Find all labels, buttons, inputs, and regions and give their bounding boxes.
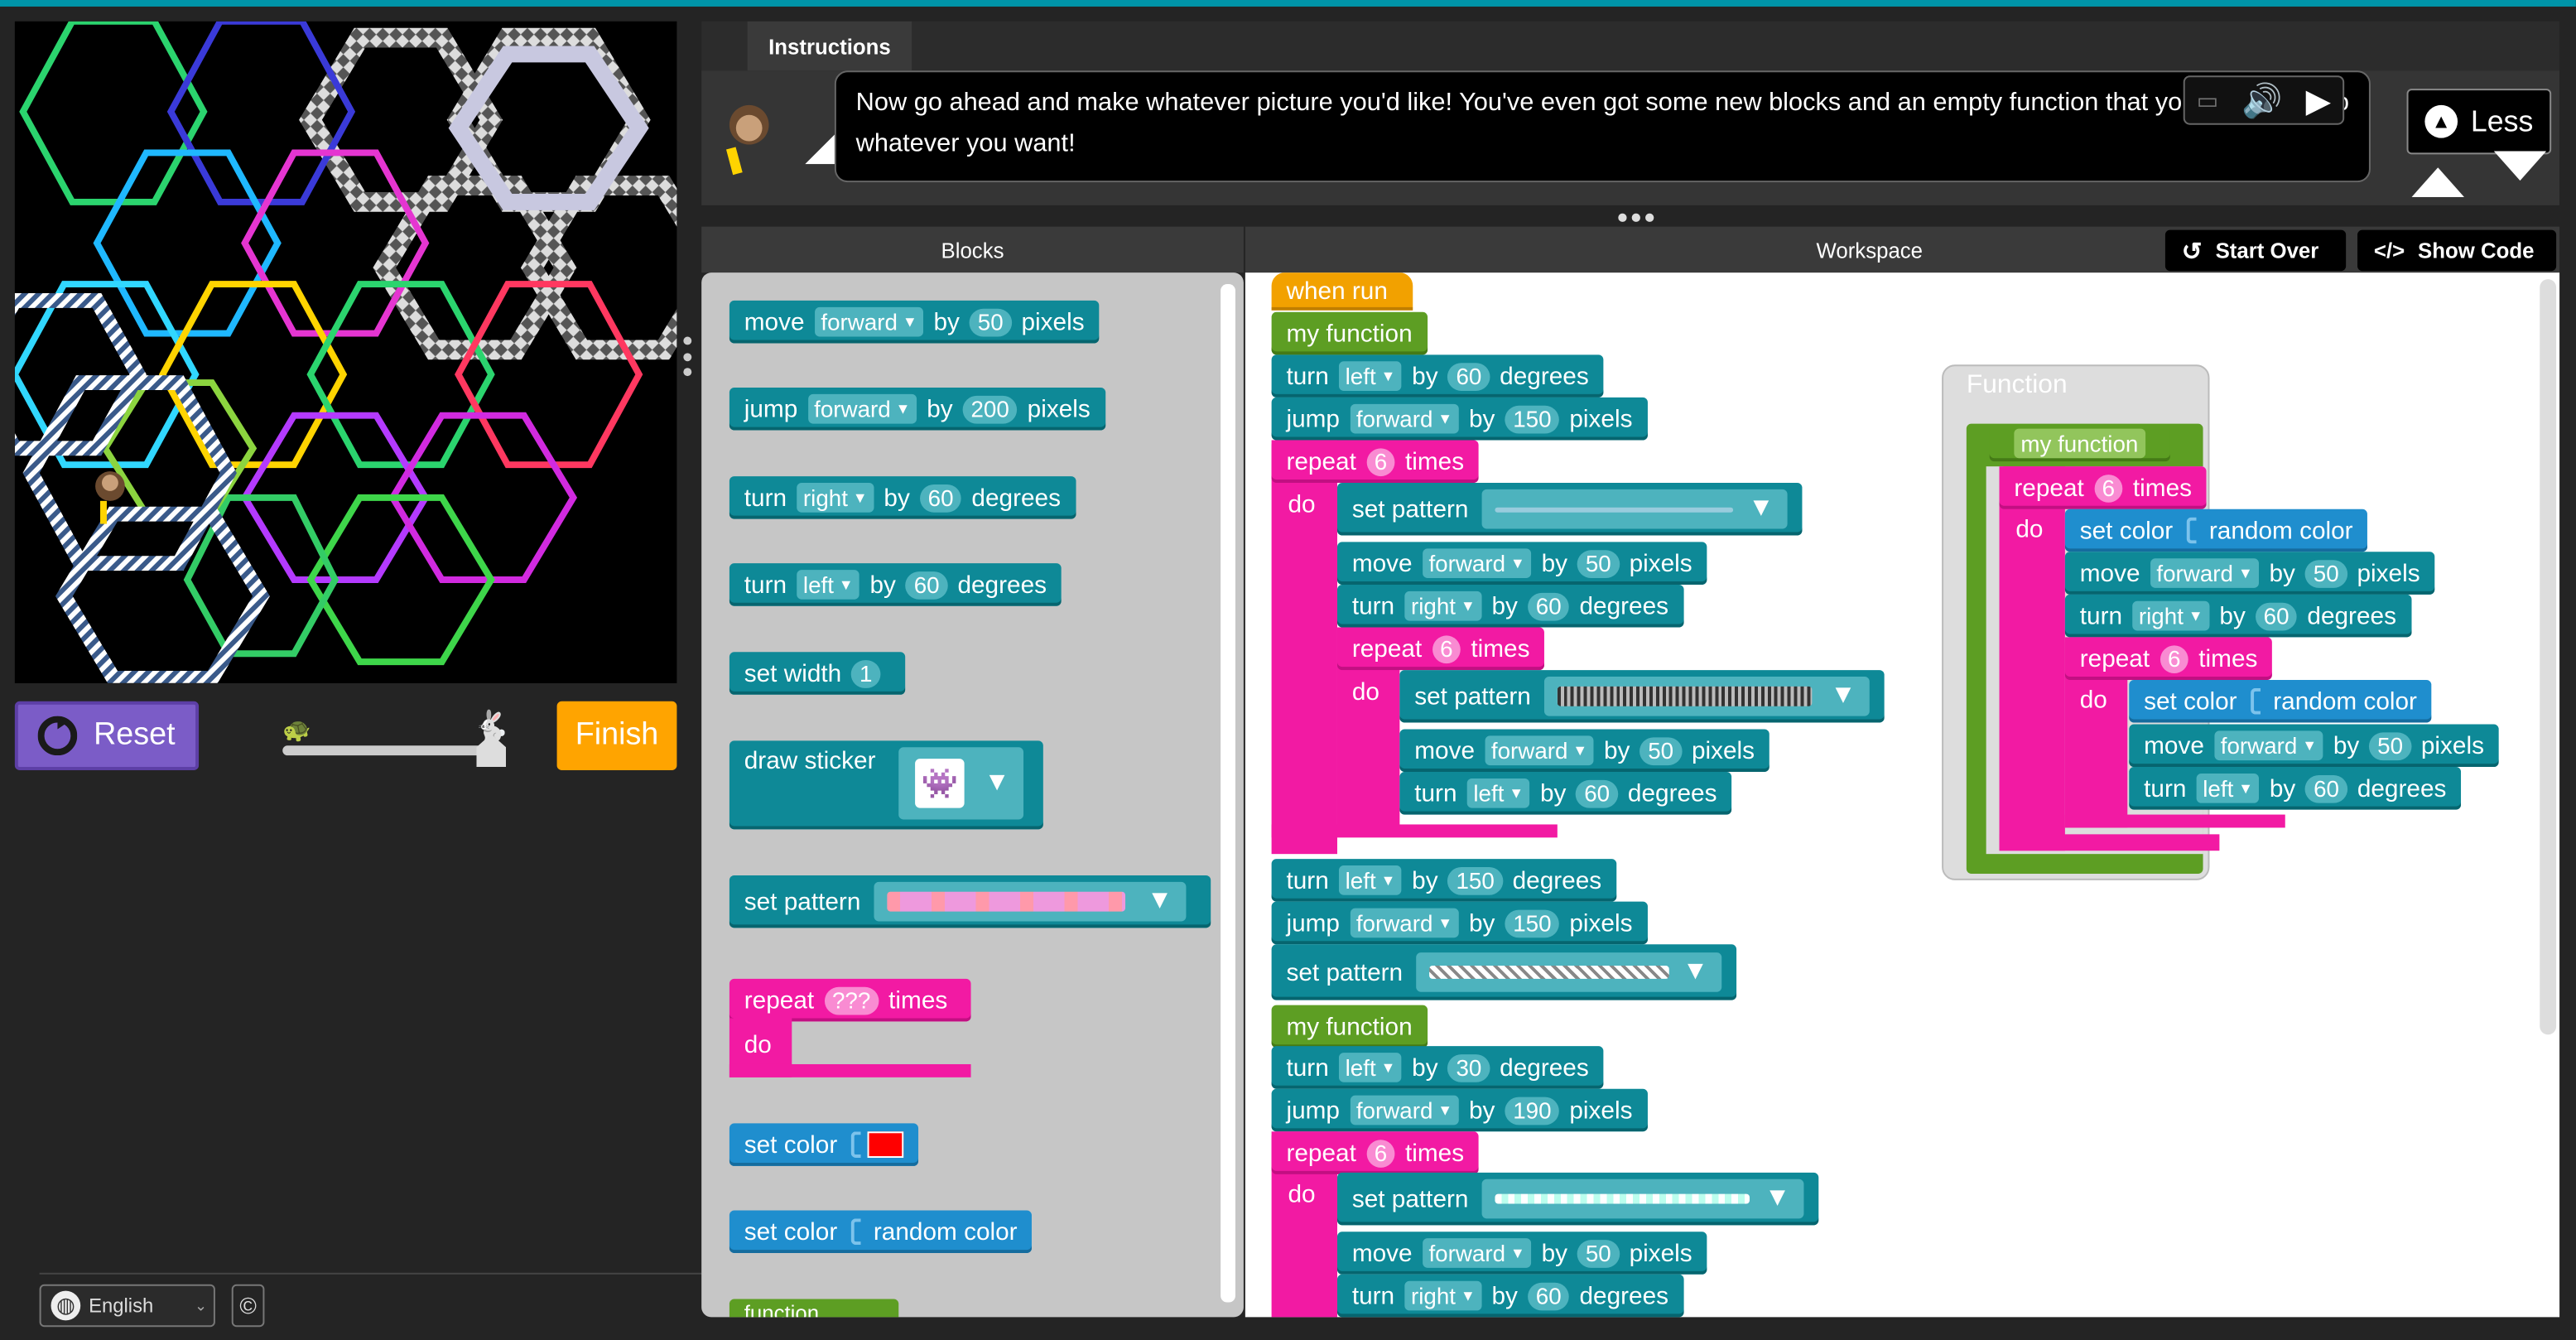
fn-repeat-1[interactable]: repeat 6 times	[1999, 466, 2207, 509]
panel-resize-icon[interactable]	[683, 336, 692, 377]
code-icon: </>	[2373, 238, 2405, 263]
instructions-text: Now go ahead and make whatever picture y…	[855, 89, 2349, 158]
block-draw-sticker[interactable]: draw sticker 👾 ▼	[729, 740, 1043, 830]
block-call-function-1[interactable]: my function	[1271, 311, 1428, 355]
top-accent-line	[0, 0, 2576, 7]
instructions-bubble: Now go ahead and make whatever picture y…	[834, 70, 2371, 183]
reset-button[interactable]: Reset	[14, 701, 200, 771]
workspace-title: Workspace	[1816, 237, 1924, 263]
block-function[interactable]: function	[729, 1299, 899, 1318]
sticker-dropdown[interactable]: 👾 ▼	[898, 747, 1024, 820]
blocks-flyout: move forward ▼ by 50 pixels jump forward ▼ by 200…	[701, 272, 1244, 1318]
workspace-scrollbar[interactable]	[2540, 279, 2557, 1035]
flyout-scrollbar[interactable]	[1221, 284, 1235, 1303]
block-repeat[interactable]: repeat??? times	[729, 978, 971, 1022]
turtle-icon: 🐢	[282, 716, 311, 743]
function-def-header[interactable]: my function	[1989, 425, 2170, 462]
ws-set-pattern-1[interactable]: set pattern ▼	[1336, 483, 1803, 536]
fn-repeat-2[interactable]: repeat 6 times	[2064, 637, 2273, 680]
language-label: English	[89, 1294, 154, 1318]
alien-sticker-icon: 👾	[915, 759, 965, 808]
copyright-button[interactable]: ©	[231, 1284, 265, 1328]
show-code-label: Show Code	[2418, 238, 2535, 263]
block-move[interactable]: move forward ▼ by 50 pixels	[729, 300, 1100, 344]
block-set-color-red[interactable]: set color	[729, 1123, 918, 1166]
ws-set-pattern-4[interactable]: set pattern ▼	[1336, 1172, 1819, 1226]
pattern-dropdown[interactable]: ▼	[1481, 489, 1788, 529]
block-set-pattern[interactable]: set pattern ▼	[729, 875, 1211, 928]
show-code-button[interactable]: </> Show Code	[2357, 229, 2557, 272]
language-select[interactable]: ◍ English ⌄	[39, 1284, 215, 1328]
fn-set-color-1[interactable]: set color random color	[2064, 509, 2368, 552]
blocks-header: Blocks	[701, 226, 1244, 273]
start-over-label: Start Over	[2215, 238, 2319, 263]
start-over-button[interactable]: ↺ Start Over	[2164, 229, 2347, 272]
ws-move-2[interactable]: move forward ▼ by 50 pixels	[1399, 729, 1769, 773]
striped-hexagons	[14, 292, 270, 683]
resize-handle-icon[interactable]: ●●●	[1616, 205, 1657, 229]
reset-label: Reset	[94, 717, 176, 753]
function-title: Function	[1966, 371, 2068, 399]
block-jump[interactable]: jump forward ▼ by 200 pixels	[729, 387, 1105, 431]
reset-icon	[37, 716, 78, 756]
finish-button[interactable]: Finish	[556, 701, 677, 771]
fn-move-2[interactable]: move forward ▼ by 50 pixels	[2129, 724, 2499, 768]
block-call-function-2[interactable]: my function	[1271, 1005, 1428, 1048]
block-set-width[interactable]: set width 1	[729, 652, 906, 695]
color-swatch[interactable]	[866, 1131, 903, 1159]
less-label: Less	[2470, 104, 2534, 137]
ws-repeat-3[interactable]: repeat 6 times	[1271, 1131, 1479, 1174]
chevron-down-icon: ⌄	[195, 1296, 207, 1313]
block-turn-left[interactable]: turn left ▼ by 60 degrees	[729, 563, 1062, 606]
ws-set-pattern-2[interactable]: set pattern ▼	[1399, 670, 1885, 723]
pattern-dropdown[interactable]: ▼	[1415, 952, 1722, 992]
fn-set-color-2[interactable]: set color random color	[2129, 679, 2432, 723]
ws-repeat-2[interactable]: repeat 6 times	[1336, 627, 1545, 671]
ws-turn-4[interactable]: turn left ▼ by 150 degrees	[1271, 859, 1617, 902]
instructions-header	[701, 21, 2560, 71]
chevron-up-icon: ▲	[2424, 104, 2458, 138]
speed-slider[interactable]	[282, 745, 494, 756]
play-icon[interactable]: ▶	[2306, 80, 2332, 121]
drawing-canvas	[14, 21, 677, 683]
avatar	[723, 102, 775, 177]
mute-icon[interactable]: ▭	[2197, 86, 2218, 114]
block-when-run[interactable]: when run	[1271, 272, 1413, 311]
ws-jump-2[interactable]: jump forward ▼ by 150 pixels	[1271, 901, 1648, 945]
ws-jump-1[interactable]: jump forward ▼ by 150 pixels	[1271, 397, 1648, 441]
instructions-tab[interactable]: Instructions	[747, 21, 912, 71]
pattern-dropdown[interactable]: ▼	[874, 881, 1187, 922]
ws-turn-1[interactable]: turn left ▼ by 60 degrees	[1271, 354, 1604, 398]
ws-turn-6[interactable]: turn right ▼ by 60 degrees	[1336, 1274, 1683, 1318]
ws-jump-3[interactable]: jump forward ▼ by 190 pixels	[1271, 1088, 1648, 1132]
less-button[interactable]: ▲ Less	[2406, 89, 2552, 155]
pattern-dropdown[interactable]: ▼	[1481, 1179, 1804, 1219]
block-set-color-random[interactable]: set color random color	[729, 1210, 1033, 1254]
undo-icon: ↺	[2181, 237, 2203, 266]
ws-turn-3[interactable]: turn left ▼ by 60 degrees	[1399, 772, 1732, 815]
ws-set-pattern-3[interactable]: set pattern ▼	[1271, 944, 1736, 1000]
ws-move-3[interactable]: move forward ▼ by 50 pixels	[1336, 1232, 1707, 1275]
block-turn-right[interactable]: turn right ▼ by 60 degrees	[729, 476, 1076, 519]
ws-turn-5[interactable]: turn left ▼ by 30 degrees	[1271, 1046, 1604, 1089]
ws-turn-2[interactable]: turn right ▼ by 60 degrees	[1336, 584, 1683, 628]
globe-icon: ◍	[51, 1290, 81, 1321]
speaker-icon[interactable]: 🔊	[2241, 80, 2282, 121]
fn-move-1[interactable]: move forward ▼ by 50 pixels	[2064, 552, 2435, 595]
ws-repeat-1[interactable]: repeat 6 times	[1271, 440, 1479, 484]
fn-turn-1[interactable]: turn right ▼ by 60 degrees	[2064, 594, 2411, 638]
pattern-dropdown[interactable]: ▼	[1543, 676, 1870, 716]
footer-divider	[39, 1272, 704, 1275]
ws-move-1[interactable]: move forward ▼ by 50 pixels	[1336, 542, 1707, 585]
audio-controls: ▭ 🔊 ▶	[2183, 75, 2345, 125]
fn-turn-2[interactable]: turn left ▼ by 60 degrees	[2129, 767, 2462, 810]
